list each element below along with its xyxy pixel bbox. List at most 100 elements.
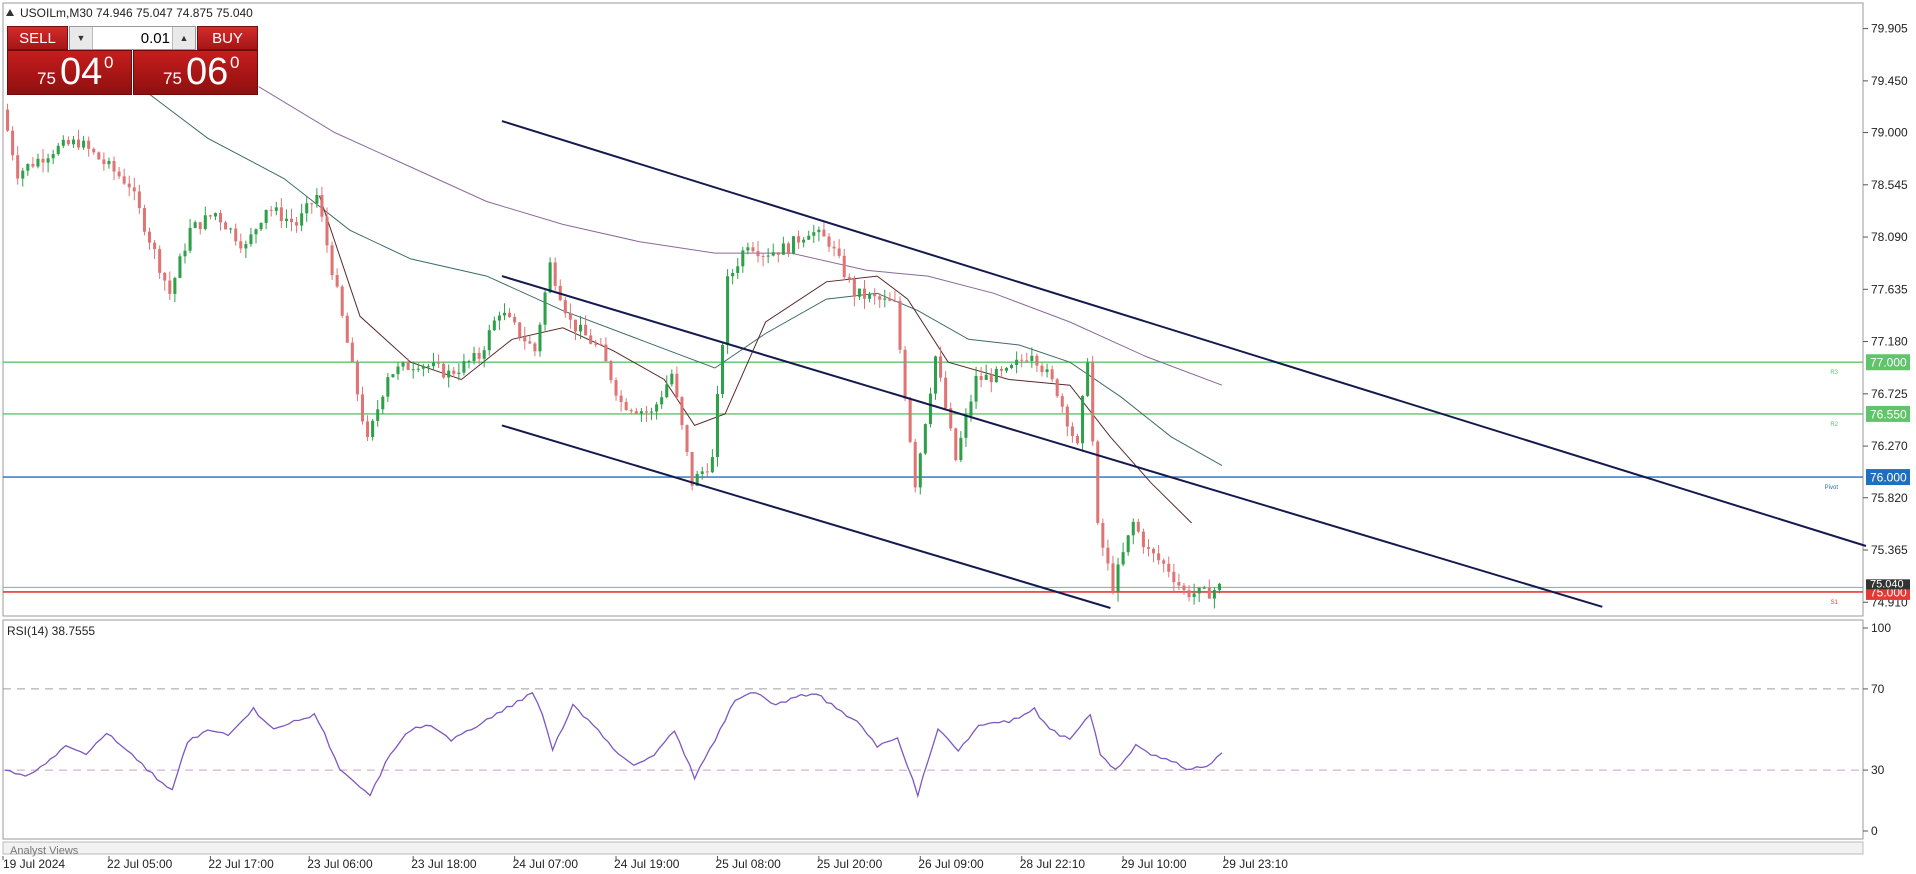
candle-body [1035, 355, 1039, 366]
candle-body [6, 109, 10, 131]
candle-body [954, 428, 958, 461]
buy-price-button[interactable]: 75 06 0 [133, 50, 258, 95]
candle-body [173, 277, 177, 294]
rsi-tick-label: 100 [1871, 621, 1891, 635]
candle-body [756, 251, 760, 257]
time-tick-label: 23 Jul 18:00 [411, 857, 477, 871]
candle-body [903, 349, 907, 399]
candle-body [847, 277, 851, 279]
price-tick-label: 77.635 [1871, 282, 1908, 296]
candle-body [1146, 547, 1150, 549]
candle-body [660, 397, 664, 405]
candle-body [203, 215, 207, 230]
candle-body [421, 366, 425, 369]
candle-body [218, 213, 223, 223]
candle-body [360, 394, 365, 422]
candle-body [1091, 362, 1095, 442]
price-chart[interactable]: Analyst Views USOILm,M30 74.946 75.047 7… [0, 0, 1916, 874]
candle-body [229, 228, 233, 230]
candle-body [989, 374, 993, 383]
candle-body [467, 361, 471, 363]
candle-body [1101, 522, 1105, 548]
sell-button[interactable]: SELL [7, 26, 68, 50]
price-tick-label: 78.545 [1871, 178, 1908, 192]
candle-body [310, 203, 314, 205]
buy-button[interactable]: BUY [197, 26, 258, 50]
sell-price-button[interactable]: 75 04 0 [7, 50, 132, 95]
candle-body [193, 222, 197, 228]
bottom-tab-strip [2, 841, 1864, 855]
candle-body [862, 288, 867, 299]
candle-body [898, 300, 902, 350]
candle-body [893, 300, 897, 302]
candle-body [639, 411, 643, 414]
candle-body [330, 245, 334, 276]
candle-body [183, 250, 187, 257]
candle-body [939, 356, 943, 378]
candle-body [168, 280, 172, 294]
price-tick-label: 79.000 [1871, 126, 1908, 140]
candle-body [528, 341, 532, 344]
time-tick-label: 25 Jul 08:00 [715, 857, 781, 871]
candle-body [1141, 531, 1145, 548]
time-tick-label: 29 Jul 23:10 [1223, 857, 1289, 871]
candle-body [350, 342, 354, 362]
candle-body [92, 148, 96, 153]
candle-body [325, 216, 329, 246]
candle-body [599, 344, 603, 346]
candle-body [1010, 364, 1014, 368]
time-tick-label: 28 Jul 22:10 [1020, 857, 1086, 871]
candle-body [832, 246, 836, 249]
candle-body [249, 234, 253, 245]
candle-body [817, 229, 821, 233]
candle-body [710, 457, 714, 473]
price-tick-label: 76.270 [1871, 439, 1908, 453]
candle-body [751, 247, 755, 252]
candle-body [568, 313, 572, 320]
lot-decrease-icon[interactable]: ▼ [70, 27, 93, 49]
candle-body [411, 369, 415, 371]
candle-body [335, 275, 339, 287]
candle-body [797, 236, 801, 243]
time-tick-label: 26 Jul 09:00 [918, 857, 984, 871]
candle-body [371, 420, 375, 438]
rsi-tick-label: 70 [1871, 682, 1885, 696]
time-tick-label: 22 Jul 05:00 [107, 857, 173, 871]
candle-body [401, 362, 405, 367]
candle-body [320, 194, 324, 217]
candle-body [178, 256, 182, 278]
candle-body [731, 272, 735, 277]
candle-body [1086, 362, 1090, 396]
candle-body [11, 130, 15, 156]
lot-size-input[interactable] [94, 28, 170, 48]
lot-increase-icon[interactable]: ▲ [172, 27, 195, 49]
level-tag: R3 [1830, 370, 1838, 376]
candle-body [563, 300, 567, 314]
candle-body [822, 229, 826, 237]
candle-body [1152, 548, 1156, 554]
candle-body [781, 243, 785, 255]
candle-body [213, 213, 217, 217]
candle-body [381, 396, 385, 410]
candle-body [1187, 590, 1191, 598]
candle-body [523, 337, 527, 342]
bottom-tab-label[interactable]: Analyst Views [10, 845, 79, 857]
price-tick-label: 79.905 [1871, 22, 1908, 36]
lot-size-field: ▼ ▲ [69, 26, 196, 50]
candle-body [771, 252, 775, 256]
candle-body [878, 296, 882, 300]
candle-body [147, 231, 152, 243]
candle-body [690, 452, 694, 486]
candle-body [376, 409, 380, 421]
candle-body [1162, 560, 1166, 564]
candle-body [959, 437, 963, 461]
candle-body [1136, 521, 1140, 532]
candle-body [888, 298, 892, 301]
candle-body [198, 222, 202, 230]
candle-body [685, 425, 689, 453]
candle-body [579, 324, 583, 332]
candle-body [1182, 585, 1186, 591]
candle-body [700, 471, 704, 474]
candle-body [477, 353, 481, 359]
candle-body [1081, 395, 1085, 444]
